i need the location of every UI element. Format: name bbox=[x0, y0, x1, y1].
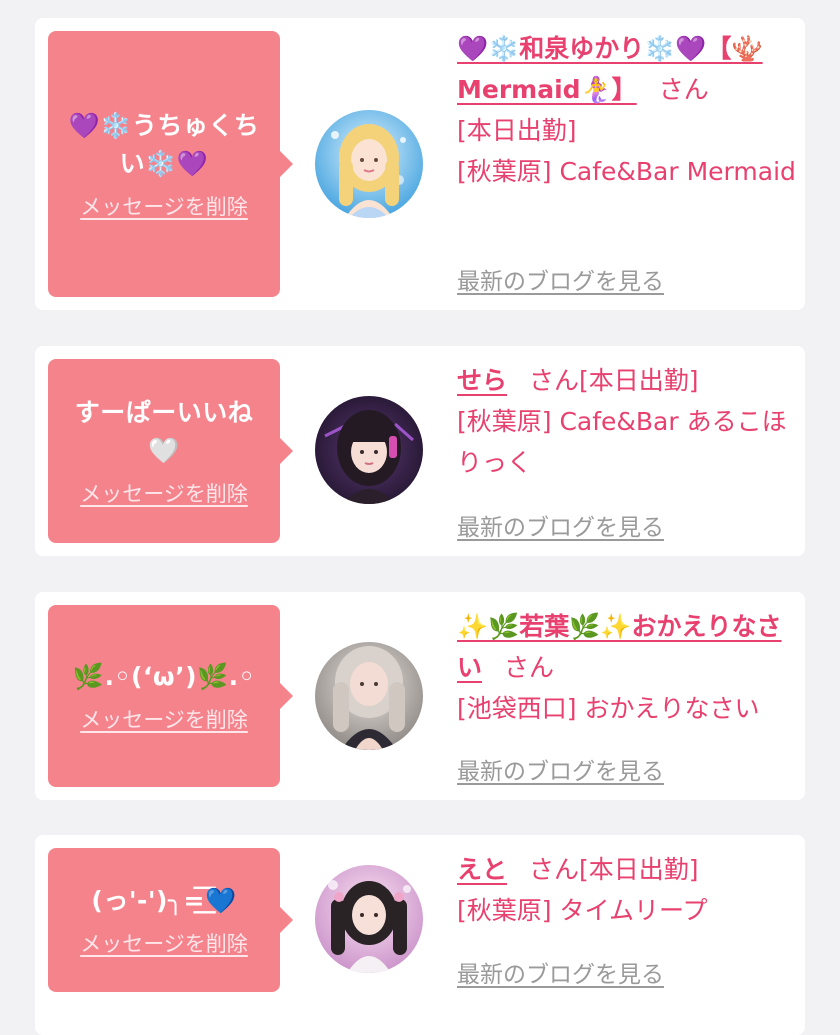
avatar-image bbox=[315, 110, 423, 218]
message-card: (っ'-')╮=͟͟͞͞💙 メッセージを削除 えと さん[本日出勤] [秋葉原]… bbox=[35, 835, 805, 1035]
message-card: 💜❄️うちゅくちい❄️💜 メッセージを削除 💜❄️和泉ゆかり❄️💜【🪸Merma… bbox=[35, 18, 805, 310]
delete-message-link[interactable]: メッセージを削除 bbox=[80, 928, 248, 958]
latest-blog-link[interactable]: 最新のブログを見る bbox=[457, 955, 664, 989]
delete-message-link[interactable]: メッセージを削除 bbox=[80, 191, 248, 221]
status-line: [本日出勤] bbox=[579, 366, 699, 395]
cast-info: せら さん[本日出勤] [秋葉原] Cafe&Bar あるこほりっく bbox=[457, 360, 797, 483]
message-text: (っ'-')╮=͟͟͞͞💙 bbox=[91, 886, 237, 915]
cast-name-link[interactable]: 💜❄️和泉ゆかり❄️💜【🪸Mermaid🧜‍♀️】 bbox=[457, 34, 763, 104]
shop-line: [秋葉原] Cafe&Bar Mermaid bbox=[457, 157, 796, 186]
avatar[interactable] bbox=[315, 396, 423, 504]
latest-blog-link[interactable]: 最新のブログを見る bbox=[457, 508, 664, 542]
delete-message-link[interactable]: メッセージを削除 bbox=[80, 478, 248, 508]
cast-info: ✨🌿若葉🌿✨おかえりなさい さん [池袋西口] おかえりなさい bbox=[457, 606, 797, 729]
delete-message-link[interactable]: メッセージを削除 bbox=[80, 704, 248, 734]
avatar-image bbox=[315, 396, 423, 504]
cast-info: えと さん[本日出勤] [秋葉原] タイムリープ bbox=[457, 849, 797, 931]
message-card: 🌿.◦(ʻωʼ)🌿.◦ メッセージを削除 ✨🌿若葉🌿✨おかえりなさい さん [池… bbox=[35, 592, 805, 800]
message-text: 💜❄️うちゅくちい❄️💜 bbox=[68, 111, 260, 178]
avatar[interactable] bbox=[315, 110, 423, 218]
latest-blog-link[interactable]: 最新のブログを見る bbox=[457, 752, 664, 786]
cast-name-link[interactable]: えと bbox=[457, 855, 507, 884]
shop-line: [秋葉原] タイムリープ bbox=[457, 896, 708, 925]
status-line: [本日出勤] bbox=[579, 855, 699, 884]
honorific: さん bbox=[529, 366, 580, 395]
avatar[interactable] bbox=[315, 642, 423, 750]
honorific: さん bbox=[529, 855, 580, 884]
avatar-image bbox=[315, 642, 423, 750]
message-text: すーぱーいいね🤍 bbox=[74, 398, 254, 465]
message-bubble: すーぱーいいね🤍 メッセージを削除 bbox=[48, 359, 293, 543]
message-text: 🌿.◦(ʻωʼ)🌿.◦ bbox=[72, 662, 256, 691]
message-card: すーぱーいいね🤍 メッセージを削除 せら さん[本日出勤] [秋葉原] Cafe… bbox=[35, 346, 805, 556]
shop-line: [秋葉原] Cafe&Bar あるこほりっく bbox=[457, 407, 787, 477]
cast-name-link[interactable]: せら bbox=[457, 366, 507, 395]
status-line: [本日出勤] bbox=[457, 116, 577, 145]
message-bubble: (っ'-')╮=͟͟͞͞💙 メッセージを削除 bbox=[48, 848, 293, 992]
avatar[interactable] bbox=[315, 865, 423, 973]
honorific: さん bbox=[658, 75, 709, 104]
message-bubble: 🌿.◦(ʻωʼ)🌿.◦ メッセージを削除 bbox=[48, 605, 293, 787]
cast-info: 💜❄️和泉ゆかり❄️💜【🪸Mermaid🧜‍♀️】 さん [本日出勤] [秋葉原]… bbox=[457, 28, 797, 192]
honorific: さん bbox=[504, 653, 555, 682]
shop-line: [池袋西口] おかえりなさい bbox=[457, 694, 760, 723]
avatar-image bbox=[315, 865, 423, 973]
latest-blog-link[interactable]: 最新のブログを見る bbox=[457, 262, 664, 296]
message-list: 💜❄️うちゅくちい❄️💜 メッセージを削除 💜❄️和泉ゆかり❄️💜【🪸Merma… bbox=[0, 0, 840, 1035]
message-bubble: 💜❄️うちゅくちい❄️💜 メッセージを削除 bbox=[48, 31, 293, 297]
